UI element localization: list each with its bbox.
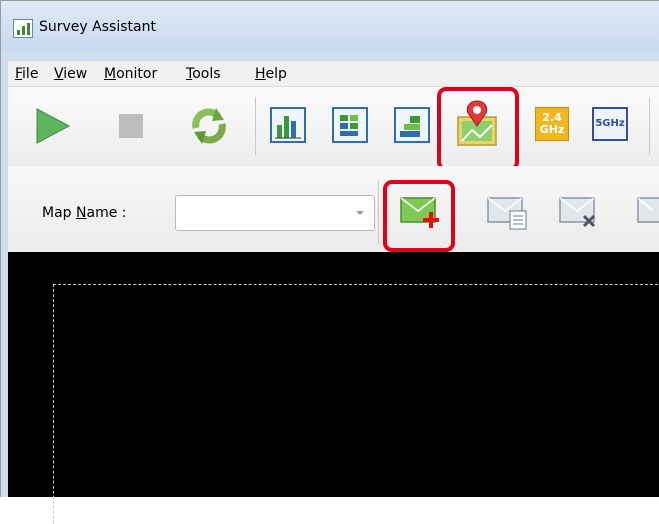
app-icon [13,19,33,38]
refresh-icon[interactable] [188,106,230,146]
title-bar: Survey Assistant [1,1,659,51]
menu-file[interactable]: File [15,66,38,82]
window-title: Survey Assistant [39,19,156,35]
overlap-chart-icon[interactable] [394,107,430,143]
window-left-border [1,60,8,497]
menu-bar: File View Monitor Tools Help [8,60,659,87]
signal-chart-icon[interactable] [270,107,306,143]
band-24ghz-button[interactable]: 2.4 GHz [535,107,569,141]
toolbar-separator [649,97,650,155]
stop-icon[interactable] [118,113,144,139]
menu-view[interactable]: View [54,66,87,82]
menu-help[interactable]: Help [255,66,287,82]
map-canvas[interactable] [8,252,659,524]
map-toolbar: Map Name : [8,166,659,252]
map-name-dropdown[interactable] [175,195,375,231]
map-name-label: Map Name : [42,205,127,221]
menu-monitor[interactable]: Monitor [104,66,157,82]
toolbar-separator [378,180,379,244]
map-boundary [53,284,659,524]
toolbar-separator [255,97,256,155]
main-toolbar: 2.4 GHz 5GHz [8,86,659,168]
band-24ghz-unit: GHz [539,123,565,136]
delete-map-icon[interactable] [558,194,604,234]
map-properties-icon[interactable] [486,194,532,234]
band-5ghz-label: 5GHz [595,118,625,129]
highlight-add-map [383,180,455,252]
menu-tools[interactable]: Tools [186,66,221,82]
play-icon[interactable] [33,106,73,146]
highlight-map-survey [437,87,519,171]
band-5ghz-button[interactable]: 5GHz [592,107,628,141]
map-tool-icon[interactable] [636,194,659,234]
chevron-down-icon [356,211,364,215]
channel-chart-icon[interactable] [332,107,368,143]
